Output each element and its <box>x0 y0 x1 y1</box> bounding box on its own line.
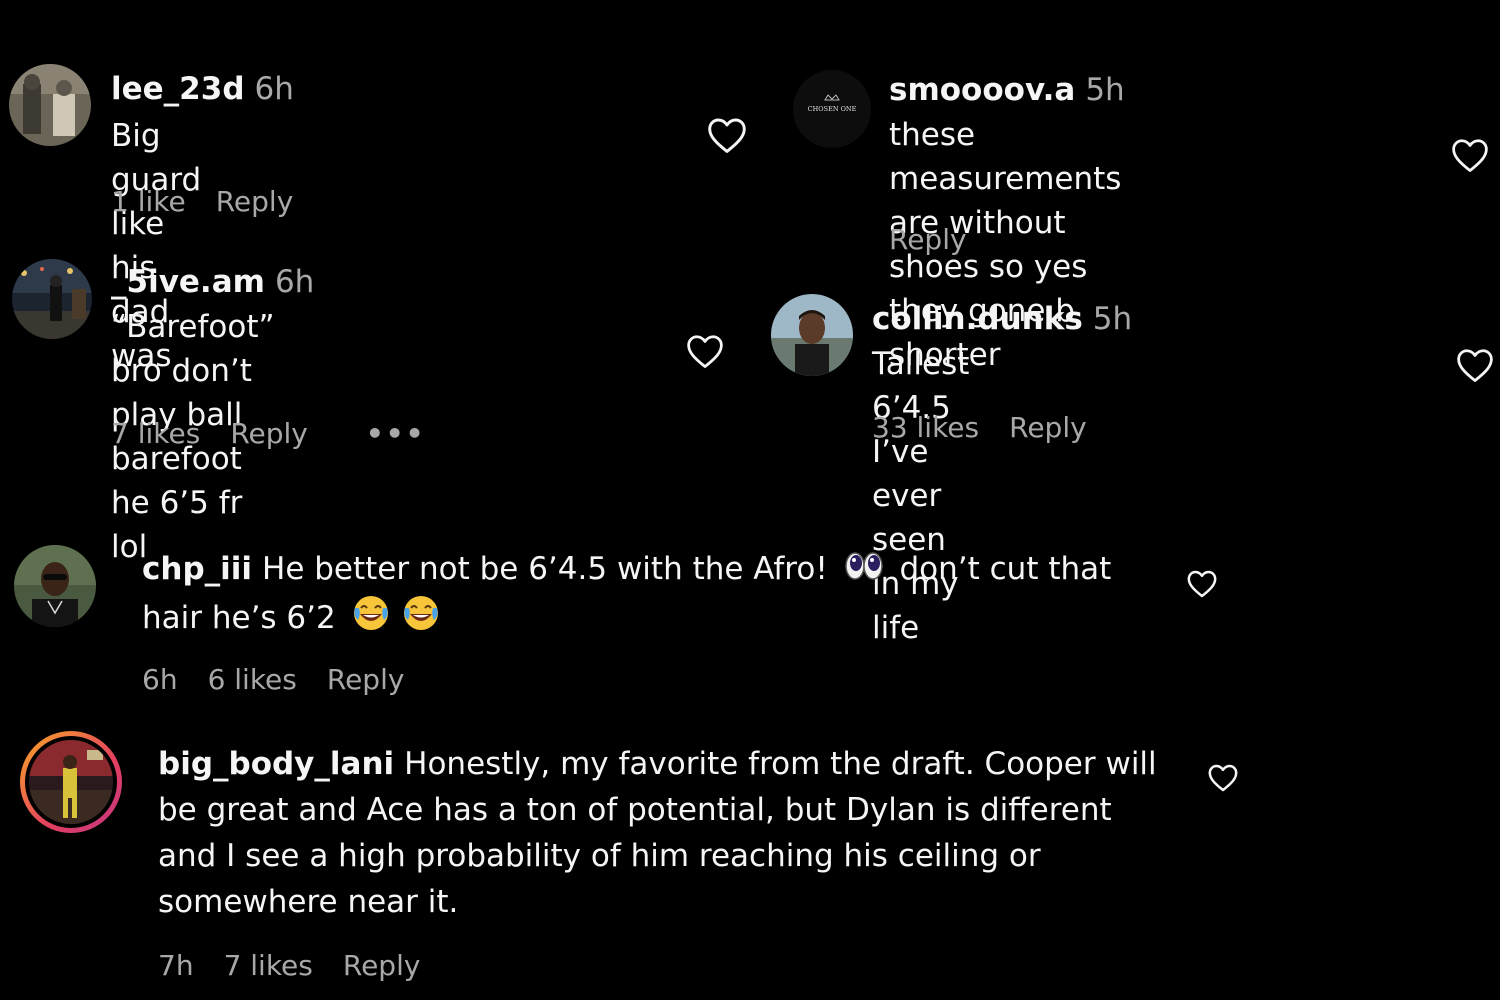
timestamp: 5h <box>1092 301 1133 337</box>
timestamp: 6h <box>254 71 294 107</box>
avatar-brand-text: CHOSEN ONE <box>808 105 857 113</box>
tears-of-joy-emoji <box>352 594 390 645</box>
avatar[interactable] <box>14 545 96 627</box>
comment-line: and I see a high probability of him reac… <box>158 838 1041 874</box>
reply-button[interactable]: Reply <box>343 949 421 982</box>
comment-header: _5ive.am 6h <box>111 262 314 302</box>
reply-button[interactable]: Reply <box>889 223 967 256</box>
avatar[interactable] <box>771 294 853 376</box>
more-options-icon[interactable]: ••• <box>366 417 426 450</box>
comment-actions: 33 likes Reply <box>872 410 1117 446</box>
heart-outline-icon[interactable] <box>706 116 748 158</box>
comment-line: hair he’s 6’2 <box>142 594 1142 645</box>
comment-actions: 1 like Reply <box>111 184 323 220</box>
comment-text: He better not be 6’4.5 with the Afro! <box>262 551 828 587</box>
username[interactable]: chp_iii <box>142 551 252 587</box>
comment-actions: 6h 6 likes Reply <box>142 662 434 698</box>
timestamp: 5h <box>1085 72 1125 108</box>
heart-outline-icon[interactable] <box>1207 763 1239 796</box>
comment-actions: 7 likes Reply ••• <box>111 416 456 452</box>
username[interactable]: _5ive.am <box>111 264 265 300</box>
heart-outline-icon[interactable] <box>1455 347 1495 387</box>
comment-text: Honestly, my favorite from the draft. Co… <box>404 746 1157 782</box>
avatar[interactable] <box>9 64 91 146</box>
comment-header: collin.dunks 5h <box>872 299 1132 339</box>
avatar-story-ring[interactable] <box>20 731 122 833</box>
comment-line: somewhere near it. <box>158 884 459 920</box>
username[interactable]: collin.dunks <box>872 301 1083 337</box>
reply-button[interactable]: Reply <box>216 185 294 218</box>
timestamp: 6h <box>142 663 178 696</box>
timestamp: 6h <box>274 264 315 300</box>
heart-outline-icon[interactable] <box>1186 569 1218 602</box>
timestamp: 7h <box>158 949 194 982</box>
comment-actions: 7h 7 likes Reply <box>158 948 450 984</box>
comment-header: smoooov.a 5h <box>889 70 1125 110</box>
comment-body: chp_iii He better not be 6’4.5 with the A… <box>142 546 1142 645</box>
eyes-emoji <box>844 548 884 594</box>
reply-button[interactable]: Reply <box>230 417 308 450</box>
likes-count[interactable]: 6 likes <box>208 663 297 696</box>
heart-outline-icon[interactable] <box>1450 137 1490 177</box>
likes-count[interactable]: 1 like <box>111 185 186 218</box>
avatar <box>29 740 113 824</box>
comment-actions: Reply <box>889 222 997 258</box>
avatar[interactable] <box>12 259 92 339</box>
comment-text: don’t cut that <box>899 551 1112 587</box>
heart-outline-icon[interactable] <box>685 333 725 373</box>
comment-header: lee_23d 6h <box>111 69 294 109</box>
avatar[interactable]: CHOSEN ONE <box>793 70 871 148</box>
reply-button[interactable]: Reply <box>1009 411 1087 444</box>
username[interactable]: smoooov.a <box>889 72 1075 108</box>
comment-text: hair he’s 6’2 <box>142 599 336 636</box>
tears-of-joy-emoji <box>402 594 440 645</box>
comment-line: chp_iii He better not be 6’4.5 with the A… <box>142 546 1142 594</box>
likes-count[interactable]: 7 likes <box>111 417 200 450</box>
comment-line: big_body_lani Honestly, my favorite from … <box>158 741 1188 787</box>
likes-count[interactable]: 7 likes <box>224 949 313 982</box>
likes-count[interactable]: 33 likes <box>872 411 979 444</box>
comment-line: be great and Ace has a ton of potential,… <box>158 792 1112 828</box>
username[interactable]: lee_23d <box>111 71 245 107</box>
comment-body: big_body_lani Honestly, my favorite from … <box>158 741 1188 925</box>
username[interactable]: big_body_lani <box>158 746 394 782</box>
reply-button[interactable]: Reply <box>327 663 405 696</box>
